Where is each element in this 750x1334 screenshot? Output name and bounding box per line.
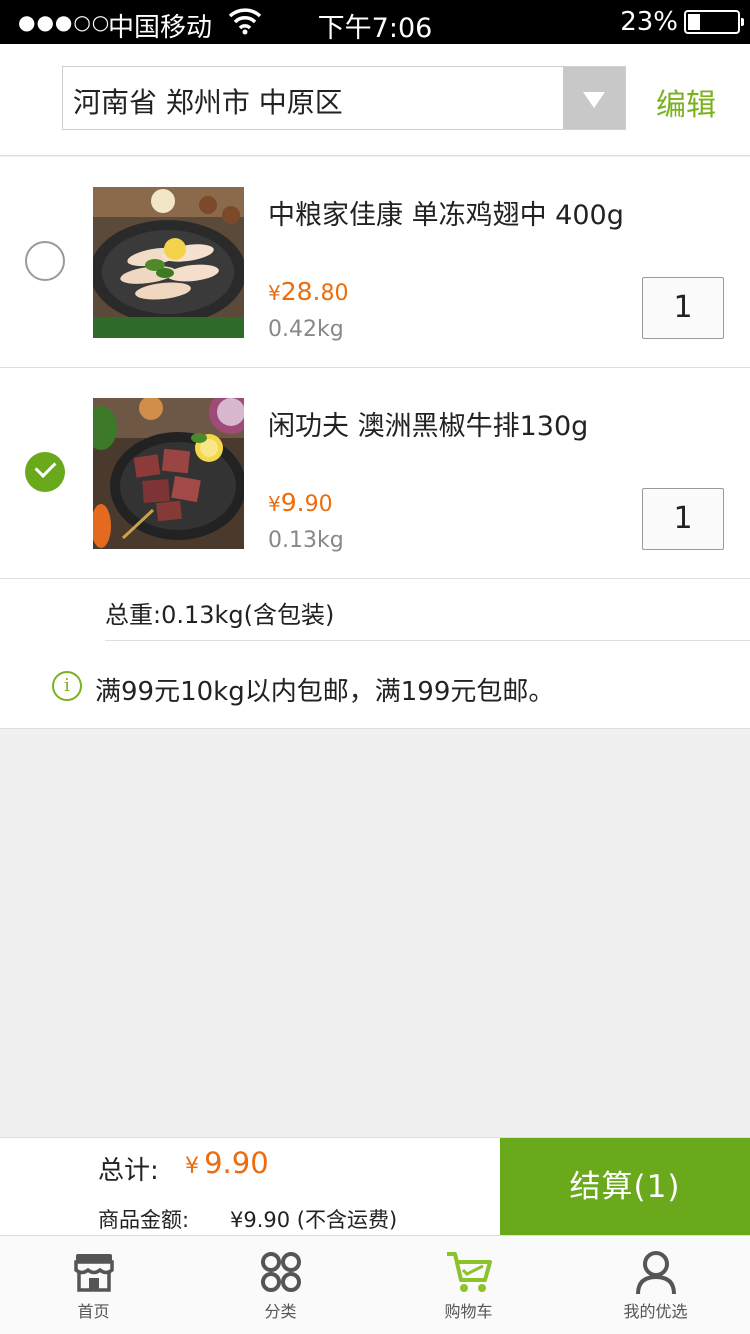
product-price: ¥28.80 (268, 277, 349, 306)
subtotal-label: 商品金额: (98, 1208, 190, 1232)
cart-icon (445, 1248, 493, 1296)
tab-label: 我的优选 (623, 1302, 688, 1321)
store-icon (70, 1248, 118, 1296)
shipping-note: 满99元10kg以内包邮，满199元包邮。 (95, 677, 555, 707)
total-amount: 9.90 (204, 1146, 269, 1180)
tab-profile[interactable]: 我的优选 (562, 1236, 749, 1334)
tab-category[interactable]: 分类 (187, 1236, 374, 1334)
product-weight: 0.13kg (268, 528, 344, 553)
info-icon: i (52, 671, 82, 701)
product-image[interactable] (93, 187, 244, 338)
category-icon (257, 1248, 305, 1296)
tab-label: 首页 (77, 1302, 110, 1321)
cart-item: 闲功夫 澳洲黑椒牛排130g ¥9.90 0.13kg 1 (0, 368, 750, 579)
subtotal-value: ¥9.90 (不含运费) (230, 1208, 398, 1232)
tab-home[interactable]: 首页 (0, 1236, 187, 1334)
shipping-note-row: i 满99元10kg以内包邮，满199元包邮。 (0, 641, 750, 729)
region-text: 河南省 郑州市 中原区 (73, 86, 343, 119)
user-icon (632, 1248, 680, 1296)
price-main: 9. (280, 488, 305, 517)
tab-label: 分类 (264, 1302, 297, 1321)
price-cents: 80 (320, 281, 349, 306)
total-label: 总计: (98, 1156, 159, 1186)
header: 河南省 郑州市 中原区 编辑 (0, 44, 750, 156)
product-price: ¥9.90 (268, 488, 333, 517)
product-name[interactable]: 中粮家佳康 单冻鸡翅中 400g (268, 193, 624, 232)
item-checkbox-checked[interactable] (25, 452, 65, 492)
battery-icon (684, 10, 744, 34)
status-bar: ●●●○○ 中国移动 下午7:06 23% (0, 0, 750, 44)
dropdown-arrow-icon[interactable] (563, 67, 625, 129)
edit-button[interactable]: 编辑 (656, 80, 716, 124)
region-select[interactable]: 河南省 郑州市 中原区 (62, 66, 626, 130)
total-value: ¥ 9.90 (185, 1146, 269, 1180)
total-weight-row: 总重:0.13kg(含包装) (0, 579, 750, 641)
price-main: 28. (280, 277, 321, 306)
price-symbol: ¥ (268, 281, 281, 305)
tab-label: 购物车 (444, 1302, 493, 1321)
battery-percent: 23% (620, 7, 678, 37)
checkout-bar: 总计: ¥ 9.90 商品金额: ¥9.90 (不含运费) 结算(1) (0, 1137, 750, 1236)
tab-bar: 首页 分类 购物车 我的优选 (0, 1235, 750, 1334)
product-weight: 0.42kg (268, 317, 344, 342)
product-image[interactable] (93, 398, 244, 549)
price-cents: 90 (304, 492, 333, 517)
cart-item: 中粮家佳康 单冻鸡翅中 400g ¥28.80 0.42kg 1 (0, 157, 750, 368)
checkout-button[interactable]: 结算(1) (500, 1138, 750, 1236)
price-symbol: ¥ (268, 492, 281, 516)
total-symbol: ¥ (185, 1154, 199, 1179)
quantity-input[interactable]: 1 (642, 488, 724, 550)
product-name[interactable]: 闲功夫 澳洲黑椒牛排130g (268, 404, 588, 443)
item-checkbox[interactable] (25, 241, 65, 281)
total-weight: 总重:0.13kg(含包装) (105, 601, 335, 629)
tab-cart[interactable]: 购物车 (375, 1236, 562, 1334)
quantity-input[interactable]: 1 (642, 277, 724, 339)
